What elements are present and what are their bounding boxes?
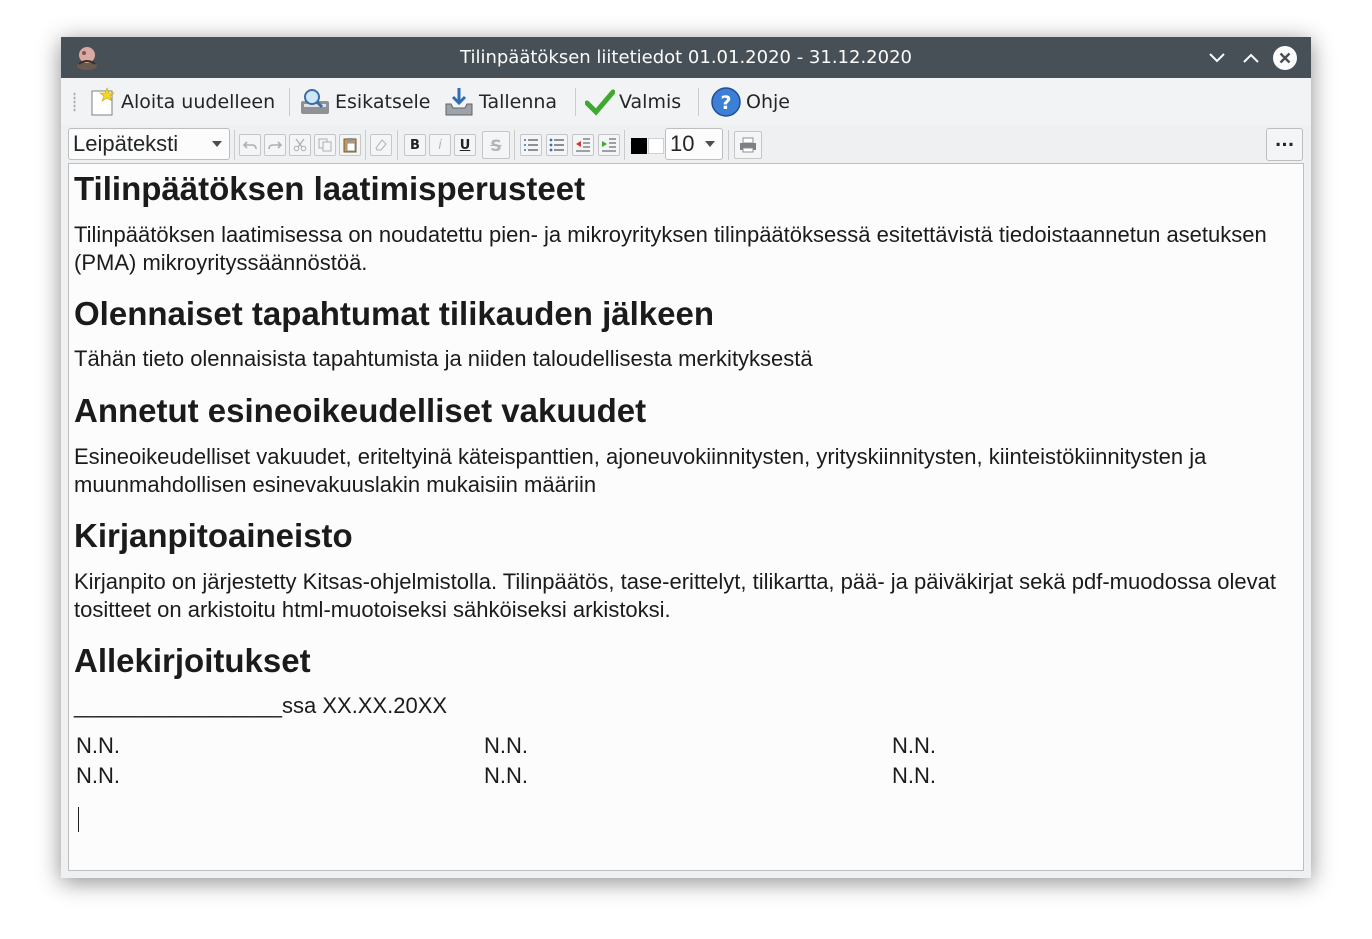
signature-name: N.N. bbox=[484, 733, 528, 758]
done-label: Valmis bbox=[619, 91, 682, 113]
signature-name: N.N. bbox=[484, 763, 528, 788]
chevron-down-icon bbox=[1209, 53, 1225, 63]
window-title: Tilinpäätöksen liitetiedot 01.01.2020 - … bbox=[460, 47, 912, 68]
print-button[interactable] bbox=[734, 131, 762, 159]
font-size-select[interactable]: 10 bbox=[665, 128, 723, 160]
restart-label: Aloita uudelleen bbox=[121, 91, 276, 113]
chevron-down-icon bbox=[212, 141, 222, 147]
background-color-swatch[interactable] bbox=[648, 138, 664, 154]
bullet-list-icon bbox=[549, 138, 564, 152]
toolbar-separator bbox=[575, 88, 576, 116]
dialog-window: Tilinpäätöksen liitetiedot 01.01.2020 - … bbox=[61, 37, 1311, 878]
numbered-list-button[interactable] bbox=[520, 134, 542, 156]
indent-icon bbox=[602, 138, 616, 152]
question-circle-icon: ? bbox=[711, 87, 741, 117]
toolbar-grip[interactable] bbox=[73, 92, 76, 112]
italic-button[interactable]: i bbox=[429, 134, 451, 156]
cut-button[interactable] bbox=[289, 134, 311, 156]
numbered-list-icon bbox=[524, 139, 538, 151]
format-separator bbox=[514, 130, 515, 160]
save-label: Tallenna bbox=[479, 91, 558, 113]
preview-label: Esikatsele bbox=[335, 91, 431, 113]
font-size-value: 10 bbox=[670, 131, 695, 156]
redo-icon bbox=[268, 141, 282, 150]
toolbar-separator bbox=[698, 88, 699, 116]
text-cursor bbox=[78, 807, 79, 832]
place-date-line: _________________ssa XX.XX.20XX bbox=[74, 693, 448, 718]
indent-button[interactable] bbox=[598, 134, 620, 156]
document-editor[interactable]: Tilinpäätöksen laatimisperusteet Tilinpä… bbox=[68, 163, 1304, 871]
bold-button[interactable]: B bbox=[404, 134, 426, 156]
chevron-up-icon bbox=[1243, 53, 1259, 63]
save-button[interactable]: Tallenna bbox=[443, 85, 557, 119]
maximize-button[interactable] bbox=[1238, 45, 1264, 71]
undo-button[interactable] bbox=[239, 134, 261, 156]
more-options-button[interactable]: ... bbox=[1266, 128, 1303, 161]
format-separator bbox=[728, 130, 729, 160]
chevron-down-icon bbox=[705, 141, 715, 147]
signature-name: N.N. bbox=[892, 733, 936, 758]
signature-name: N.N. bbox=[892, 763, 936, 788]
preview-button[interactable]: Esikatsele bbox=[299, 85, 431, 119]
section-body: Tähän tieto olennaisista tapahtumista ja… bbox=[74, 346, 813, 371]
close-icon bbox=[1273, 46, 1297, 70]
clipboard-paste-icon bbox=[343, 138, 357, 153]
copy-icon bbox=[318, 138, 332, 152]
bullet-list-button[interactable] bbox=[546, 134, 568, 156]
section-heading: Kirjanpitoaineisto bbox=[74, 517, 353, 554]
section-body: Tilinpäätöksen laatimisessa on noudatett… bbox=[74, 222, 1267, 275]
outdent-icon bbox=[576, 138, 590, 152]
close-button[interactable] bbox=[1272, 45, 1298, 71]
clear-format-button[interactable] bbox=[370, 134, 392, 156]
main-toolbar: Aloita uudelleen Esikatsele Tallenna Val… bbox=[61, 78, 1311, 125]
printer-icon bbox=[740, 137, 756, 153]
paragraph-style-select[interactable]: Leipäteksti bbox=[68, 128, 230, 160]
format-separator bbox=[234, 130, 235, 160]
signature-name: N.N. bbox=[76, 763, 120, 788]
svg-text:?: ? bbox=[720, 92, 731, 114]
toolbar-separator bbox=[289, 88, 290, 116]
text-color-swatch[interactable] bbox=[631, 138, 647, 154]
outdent-button[interactable] bbox=[572, 134, 594, 156]
scissors-icon bbox=[293, 138, 307, 152]
section-heading: Tilinpäätöksen laatimisperusteet bbox=[74, 170, 586, 207]
help-button[interactable]: ? Ohje bbox=[710, 85, 790, 119]
minimize-button[interactable] bbox=[1204, 45, 1230, 71]
underline-button[interactable]: U bbox=[454, 134, 476, 156]
paste-button[interactable] bbox=[339, 134, 361, 156]
paragraph-style-value: Leipäteksti bbox=[73, 131, 179, 156]
copy-button[interactable] bbox=[314, 134, 336, 156]
section-body: Esineoikeudelliset vakuudet, eriteltyinä… bbox=[74, 444, 1207, 497]
eraser-icon bbox=[375, 139, 387, 151]
title-bar[interactable]: Tilinpäätöksen liitetiedot 01.01.2020 - … bbox=[61, 37, 1311, 78]
green-checkmark-icon bbox=[585, 89, 615, 116]
done-button[interactable]: Valmis bbox=[585, 85, 681, 119]
format-separator bbox=[624, 130, 625, 160]
section-heading: Olennaiset tapahtumat tilikauden jälkeen bbox=[74, 295, 715, 332]
strikethrough-button[interactable]: S bbox=[482, 131, 510, 159]
redo-button[interactable] bbox=[264, 134, 286, 156]
magnifier-preview-icon bbox=[301, 89, 329, 114]
save-tray-icon bbox=[445, 88, 473, 116]
restart-button[interactable]: Aloita uudelleen bbox=[89, 85, 275, 119]
section-heading: Allekirjoitukset bbox=[74, 642, 311, 679]
undo-icon bbox=[243, 141, 257, 150]
section-heading: Annetut esineoikeudelliset vakuudet bbox=[74, 392, 647, 429]
format-toolbar: Leipäteksti B i U S 10 ... bbox=[61, 125, 1311, 163]
section-body: Kirjanpito on järjestetty Kitsas-ohjelmi… bbox=[74, 569, 1276, 622]
format-separator bbox=[397, 130, 398, 160]
new-document-star-icon bbox=[91, 87, 115, 116]
signature-name: N.N. bbox=[76, 733, 120, 758]
help-label: Ohje bbox=[746, 91, 790, 113]
format-separator bbox=[365, 130, 366, 160]
